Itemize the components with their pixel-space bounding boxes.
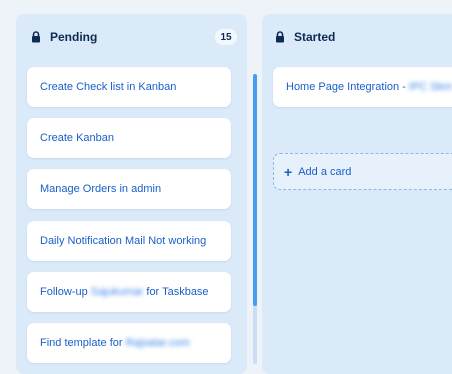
column-pending: Pending 15 Create Check list in Kanban C… [16, 14, 257, 374]
column-header: Pending 15 [16, 14, 247, 60]
card-title: Create Check list in Kanban [40, 81, 177, 93]
card[interactable]: Follow-up Sajukumar for Taskbase [27, 272, 231, 312]
card[interactable]: Find template for Rajsatar.com [27, 323, 231, 363]
card-title-redacted: Sajukumar [90, 286, 144, 298]
card-title-redacted: Rajsatar.com [125, 337, 190, 349]
lock-icon [32, 31, 40, 43]
card-title-redacted: IPC Skm [408, 81, 452, 93]
card-title-prefix: Follow-up [40, 286, 91, 298]
card-title-prefix: Home Page Integration - [286, 81, 409, 93]
card-title: Manage Orders in admin [40, 183, 162, 195]
card[interactable]: Home Page Integration - IPC Skm [273, 67, 452, 107]
card[interactable]: Create Kanban [27, 118, 231, 158]
card[interactable]: Daily Notification Mail Not working [27, 221, 231, 261]
card[interactable]: Manage Orders in admin [27, 169, 231, 209]
card[interactable]: Create Check list in Kanban [27, 67, 231, 107]
card-title-prefix: Find template for [40, 337, 126, 349]
plus-icon: + [284, 163, 293, 180]
column-header: Started [262, 14, 452, 60]
card-title: Create Kanban [40, 132, 114, 144]
column-started: Started Home Page Integration - IPC Skm … [262, 14, 452, 374]
card-count-badge: 15 [215, 29, 237, 45]
card-title: Daily Notification Mail Not working [40, 235, 207, 247]
column-title: Started [294, 30, 336, 44]
card-title-suffix: for Taskbase [143, 286, 209, 298]
lock-icon [276, 31, 284, 43]
add-card-button[interactable]: + Add a card [273, 153, 452, 190]
column-title: Pending [50, 30, 98, 44]
scrollbar[interactable] [253, 74, 257, 364]
scrollbar-thumb[interactable] [253, 74, 257, 306]
add-card-label: Add a card [298, 165, 352, 178]
